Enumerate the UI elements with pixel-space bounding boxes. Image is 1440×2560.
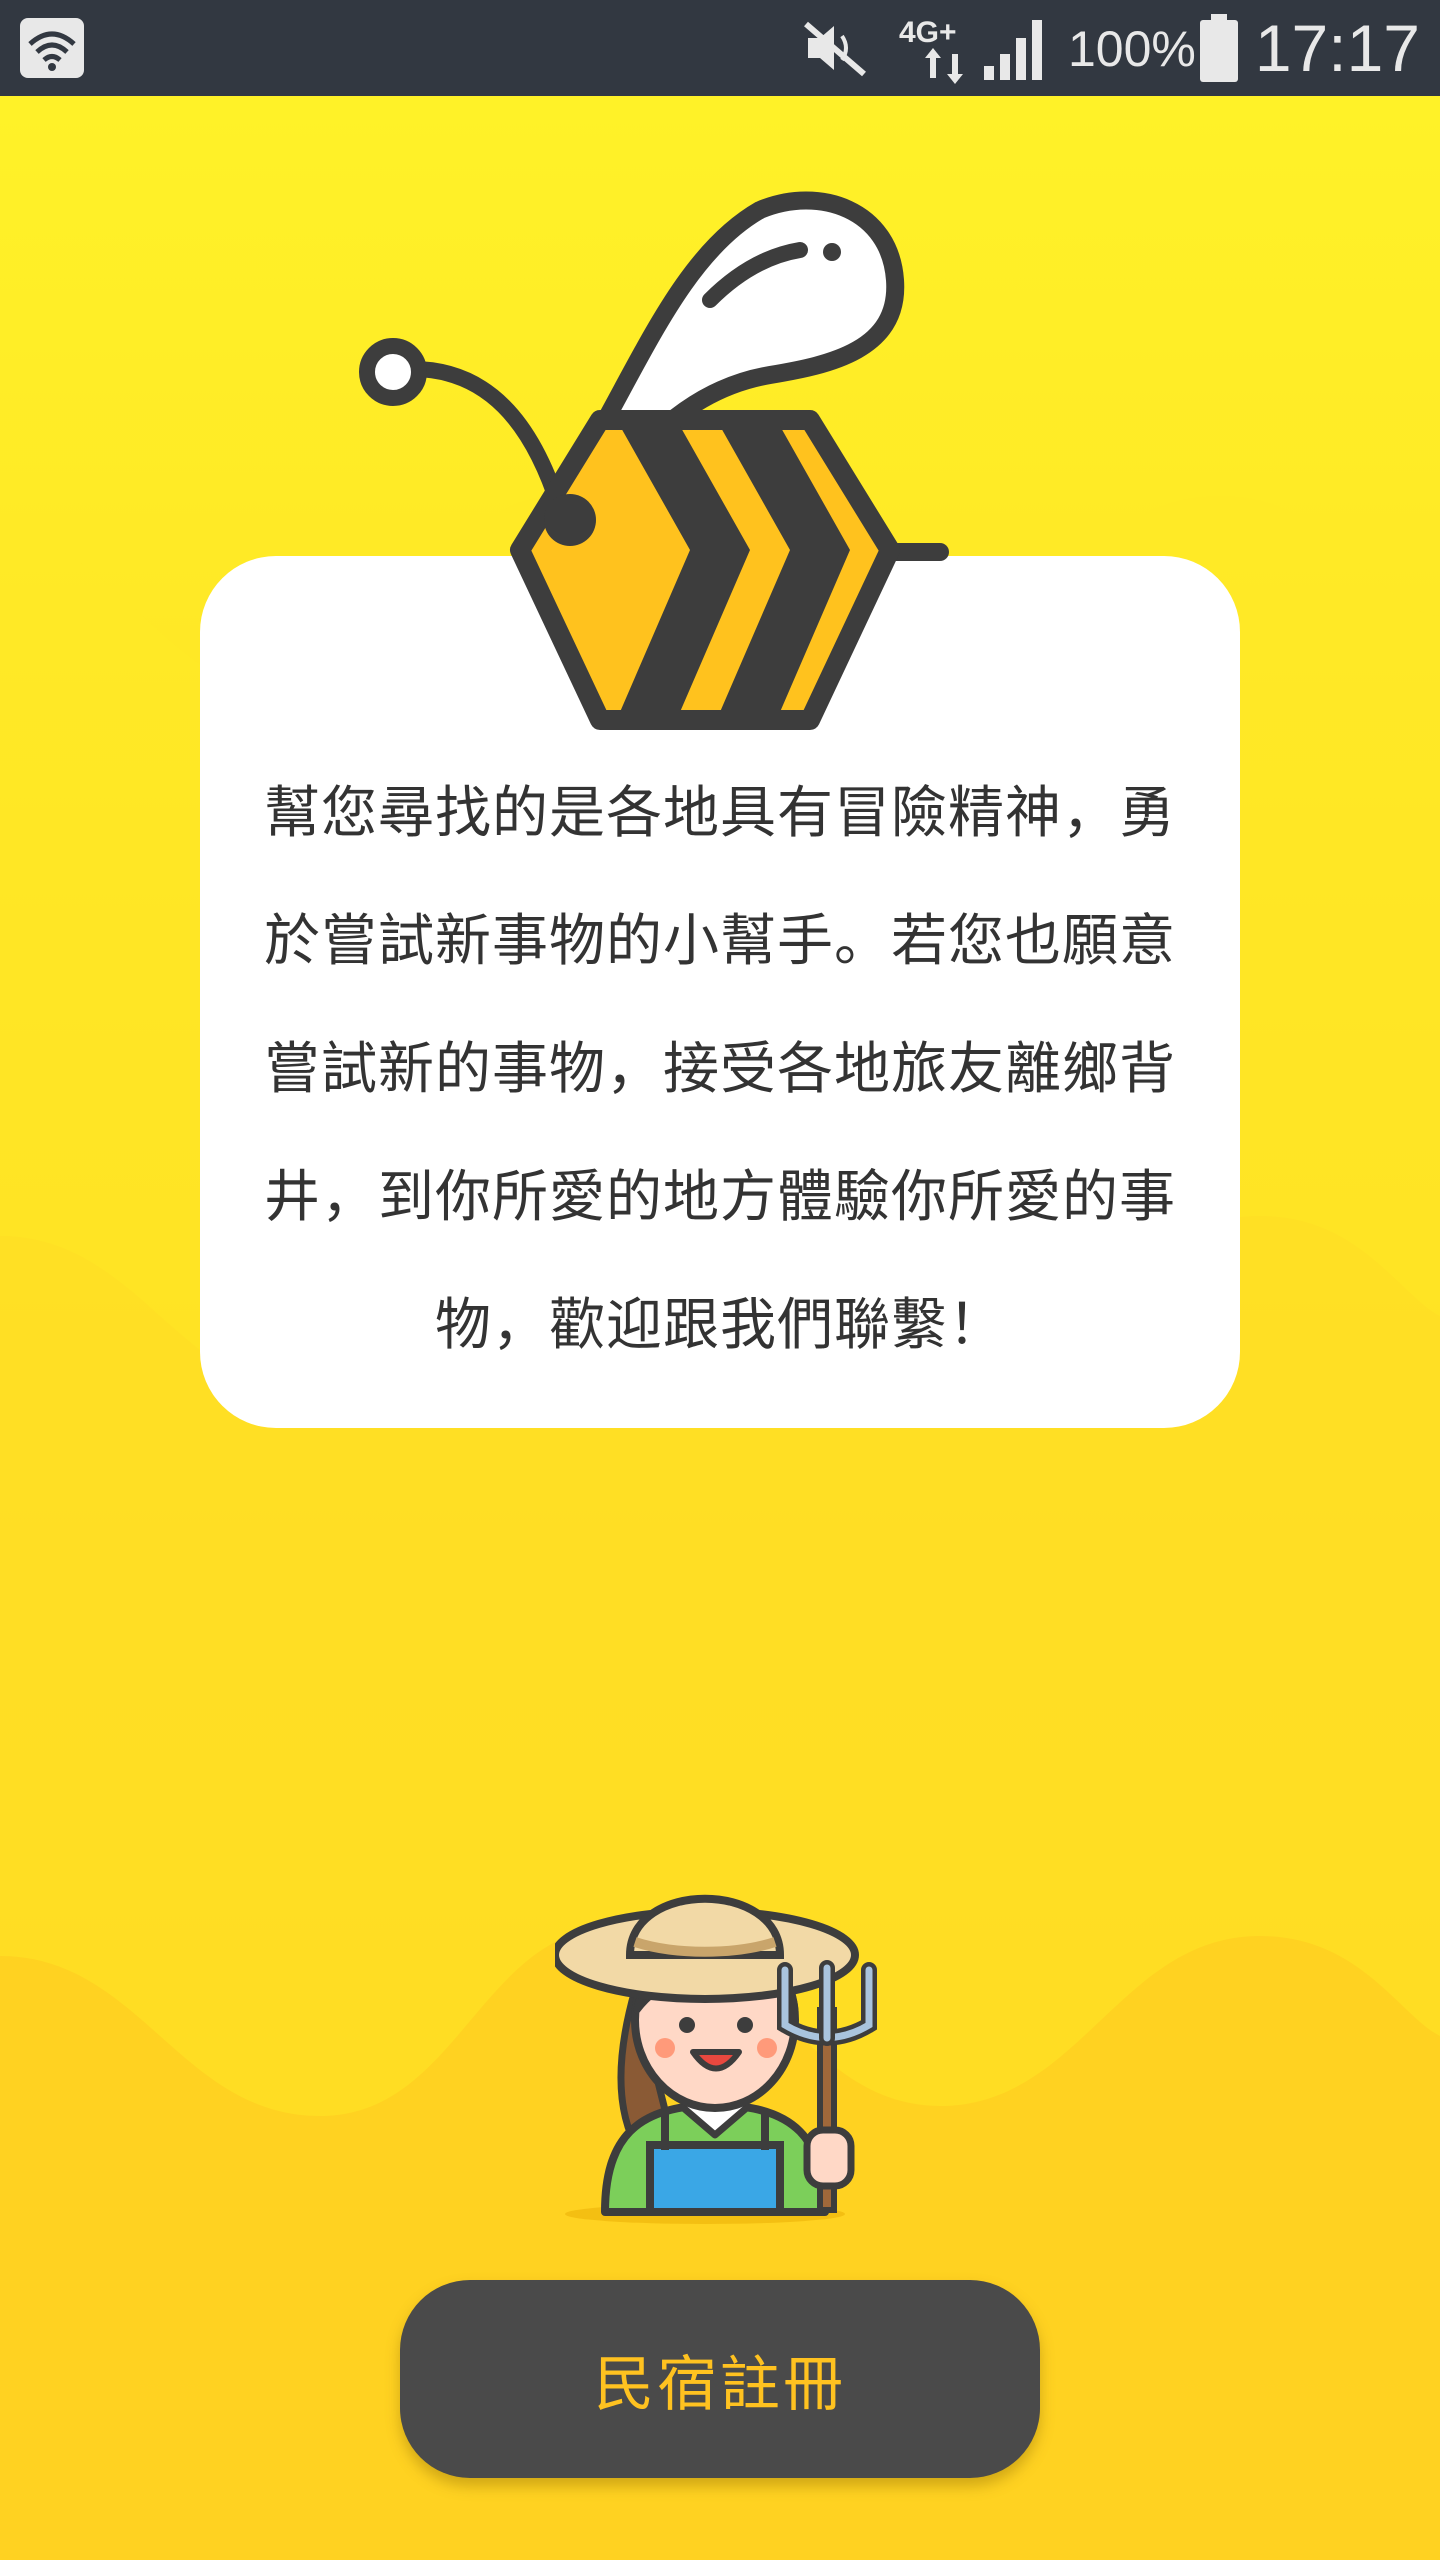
farmer-icon: [555, 1894, 877, 2224]
battery-icon: [1200, 14, 1238, 82]
mute-icon: [804, 21, 866, 77]
battery-percent: 100%: [1068, 21, 1196, 77]
svg-text:4G+: 4G+: [899, 16, 957, 49]
signal-icon: [984, 20, 1042, 80]
network-4g-icon: 4G+: [899, 16, 963, 84]
wifi-icon: [20, 18, 84, 78]
bee-logo-icon: [359, 191, 949, 730]
intro-text: 幫您尋找的是各地具有冒險精神，勇於嘗試新事物的小幫手。若您也願意嘗試新的事物，接…: [264, 781, 1176, 1358]
status-bar: 4G+ 100% 17:17: [0, 0, 1440, 96]
homestay-register-button[interactable]: 民宿註冊: [400, 2280, 1040, 2478]
clock: 17:17: [1254, 11, 1420, 85]
